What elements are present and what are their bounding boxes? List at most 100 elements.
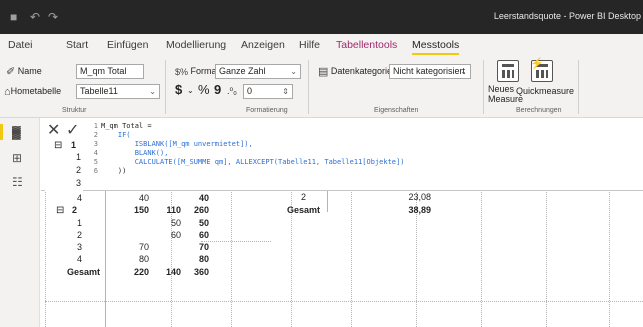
report-view-icon[interactable]: ▓ — [12, 126, 26, 138]
format-value: Ganze Zahl — [219, 66, 266, 76]
ribbon-tabs: Datei Start Einfügen Modellierung Anzeig… — [0, 34, 643, 56]
line-number: 5 — [93, 158, 98, 166]
cell-value: 40 — [198, 193, 209, 203]
cancel-button[interactable]: ✕ — [47, 120, 60, 140]
total-label: Gesamt — [67, 267, 101, 277]
tab-einfuegen[interactable]: Einfügen — [107, 39, 148, 51]
collapse-icon[interactable]: ⊟ — [54, 140, 62, 151]
code-line[interactable]: )) — [101, 167, 126, 176]
row-label: 2 — [76, 165, 82, 175]
row-label: 2 — [77, 230, 83, 240]
tag-icon: ✐ — [6, 65, 16, 78]
cell-value: 140 — [165, 267, 181, 277]
matrix-column-divider — [105, 178, 106, 327]
grid-line — [201, 241, 271, 242]
redo-icon[interactable]: ↷ — [48, 10, 58, 24]
category-icon: ▤ — [318, 65, 329, 78]
chevron-down-icon: ⌄ — [290, 67, 297, 76]
tab-tabellentools[interactable]: Tabellentools — [336, 39, 397, 51]
code-line[interactable]: BLANK(), — [101, 149, 169, 158]
cell-value: 40 — [138, 193, 149, 203]
total-label: Gesamt — [287, 205, 321, 215]
format-select[interactable]: Ganze Zahl ⌄ — [215, 64, 301, 79]
row-label: 1 — [77, 218, 83, 228]
hometable-label-text: Hometabelle — [10, 86, 62, 96]
grid-line — [481, 178, 482, 327]
format-label: $% Format — [175, 64, 219, 79]
undo-icon[interactable]: ↶ — [30, 10, 40, 24]
thousands-separator-button[interactable]: 9 — [214, 83, 221, 97]
row-label: 4 — [77, 193, 83, 203]
row-label: 4 — [77, 254, 83, 264]
hometable-value: Tabelle11 — [80, 86, 118, 96]
home-icon: ⌂ — [4, 85, 11, 98]
commit-button[interactable]: ✓ — [66, 120, 79, 140]
cell-value: 360 — [193, 267, 209, 277]
hometable-select[interactable]: Tabelle11 ⌄ — [76, 84, 160, 99]
tab-modellierung[interactable]: Modellierung — [166, 39, 226, 51]
tab-start[interactable]: Start — [66, 39, 88, 51]
cell-value: 220 — [133, 267, 149, 277]
name-input[interactable]: M_qm Total — [76, 64, 144, 79]
name-label-text: Name — [17, 66, 42, 76]
grid-line — [546, 178, 547, 327]
row-label: 3 — [76, 178, 82, 188]
datacategory-label-text: Datenkategorie — [330, 66, 392, 76]
tab-datei[interactable]: Datei — [8, 39, 33, 51]
cell-value: 23,08 — [408, 192, 431, 202]
quick-measure-icon[interactable]: ⚡ — [530, 58, 553, 82]
window-title: Leerstandsquote - Power BI Desktop — [493, 11, 641, 21]
code-line[interactable]: ISBLANK([M_qm unvermietet]), — [101, 140, 253, 149]
view-switcher: ▓ ⊞ ☷ — [0, 118, 40, 327]
line-number: 4 — [93, 149, 98, 157]
stepper-icon[interactable]: ⇕ — [282, 85, 289, 98]
formula-bar: ✕ ✓ ⊟ 1 1 2 3 1 2 3 4 5 6 M_qm Total = I… — [41, 118, 643, 191]
row-label: 2 — [301, 192, 307, 202]
ribbon-divider — [308, 60, 309, 114]
chevron-down-icon: ⌄ — [460, 67, 467, 76]
line-number: 1 — [93, 122, 98, 130]
hometable-label: ⌂Hometabelle — [4, 84, 61, 99]
cell-value: 38,89 — [408, 205, 431, 215]
tab-hilfe[interactable]: Hilfe — [299, 39, 320, 51]
row-label: 1 — [76, 152, 82, 162]
tab-messtools[interactable]: Messtools — [412, 39, 460, 55]
cell-value: 80 — [138, 254, 149, 264]
report-canvas: 4 40 40 ⊟ 2 150 110 260 1 50 50 2 60 60 … — [41, 118, 643, 327]
cell-value: 70 — [138, 242, 149, 252]
grid-line — [231, 178, 232, 327]
decimal-places-icon[interactable]: .⁰₀ — [227, 84, 237, 98]
line-number: 6 — [93, 167, 98, 175]
cell-value: 50 — [198, 218, 209, 228]
code-line[interactable]: CALCULATE([M_SUMME qm], ALLEXCEPT(Tabell… — [101, 158, 405, 167]
cell-value: 80 — [198, 254, 209, 264]
line-number: 2 — [93, 131, 98, 139]
data-view-icon[interactable]: ⊞ — [12, 152, 26, 164]
code-line[interactable]: M_qm Total = — [101, 122, 152, 131]
cell-value: 110 — [166, 205, 181, 215]
tab-anzeigen[interactable]: Anzeigen — [241, 39, 285, 51]
active-view-indicator — [0, 124, 3, 140]
quick-measure-button[interactable]: Quickmeasure — [516, 84, 574, 98]
row-label: 1 — [71, 140, 77, 150]
chevron-down-icon[interactable]: ⌄ — [187, 84, 194, 98]
grid-line — [291, 178, 292, 327]
ribbon-divider — [483, 60, 484, 114]
new-measure-icon[interactable] — [497, 60, 519, 82]
model-view-icon[interactable]: ☷ — [12, 176, 26, 188]
save-icon[interactable]: ■ — [10, 10, 17, 24]
ribbon-divider — [578, 60, 579, 114]
collapse-icon[interactable]: ⊟ — [56, 205, 64, 216]
group-label-structure: Struktur — [62, 107, 87, 114]
decimals-stepper[interactable]: 0 ⇕ — [243, 84, 293, 99]
matrix-partial: ⊟ 1 1 2 3 — [45, 138, 83, 191]
code-line[interactable]: IF( — [101, 131, 131, 140]
row-label: 3 — [77, 242, 83, 252]
cell-value: 60 — [170, 230, 181, 240]
cell-value: 70 — [198, 242, 209, 252]
percent-button[interactable]: % — [198, 83, 210, 97]
cell-value: 150 — [133, 205, 149, 215]
currency-button[interactable]: $ — [175, 83, 182, 97]
datacategory-select[interactable]: Nicht kategorisiert ⌄ — [389, 64, 471, 79]
group-label-calculations: Berechnungen — [516, 107, 562, 114]
